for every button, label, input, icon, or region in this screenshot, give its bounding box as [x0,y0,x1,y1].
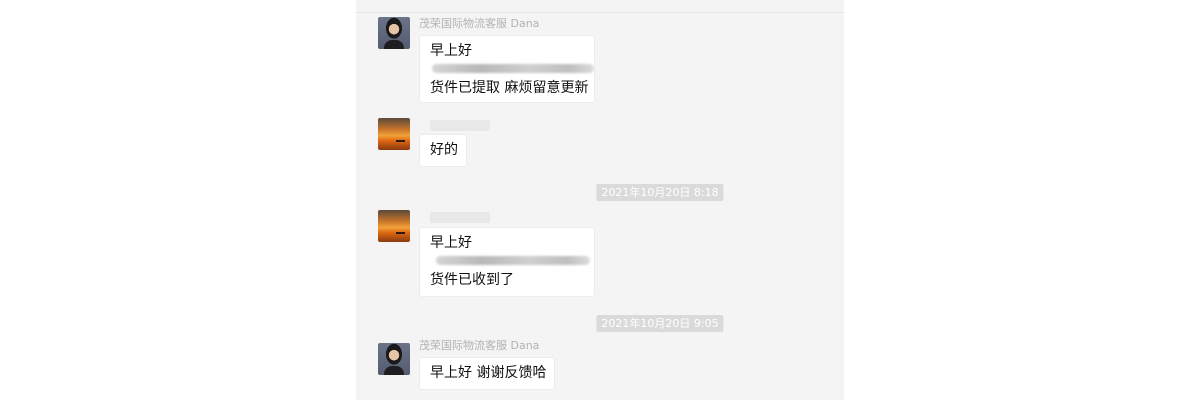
timestamp: 2021年10月20日 9:05 [596,315,724,332]
message-text: 早上好 [430,43,472,59]
message-text: 货件已收到了 [430,272,514,288]
message-text: 早上好 [430,235,472,251]
chat-panel: 茂荣国际物流客服 Dana 早上好 货件已提取 麻烦留意更新 好的 2021年1… [356,0,844,400]
redacted-text [436,256,590,265]
sender-name: 茂荣国际物流客服 Dana [419,17,540,30]
support-avatar-icon[interactable] [378,343,410,375]
support-avatar-icon[interactable] [378,17,410,49]
redacted-text [432,64,594,73]
message-text: 好的 [430,142,458,158]
sender-name: 茂荣国际物流客服 Dana [419,339,540,352]
customer-avatar-icon[interactable] [378,118,410,150]
message-bubble[interactable]: 早上好 货件已提取 麻烦留意更新 [419,35,595,103]
message-text: 早上好 谢谢反馈哈 [430,365,547,381]
timestamp: 2021年10月20日 8:18 [596,184,724,201]
customer-avatar-icon[interactable] [378,210,410,242]
message-bubble[interactable]: 早上好 谢谢反馈哈 [419,357,555,390]
redacted-sender-name [430,120,490,131]
divider [356,12,844,13]
message-bubble[interactable]: 好的 [419,134,467,167]
redacted-sender-name [430,212,490,223]
message-bubble[interactable]: 早上好 货件已收到了 [419,227,595,297]
message-text: 货件已提取 麻烦留意更新 [430,80,589,96]
